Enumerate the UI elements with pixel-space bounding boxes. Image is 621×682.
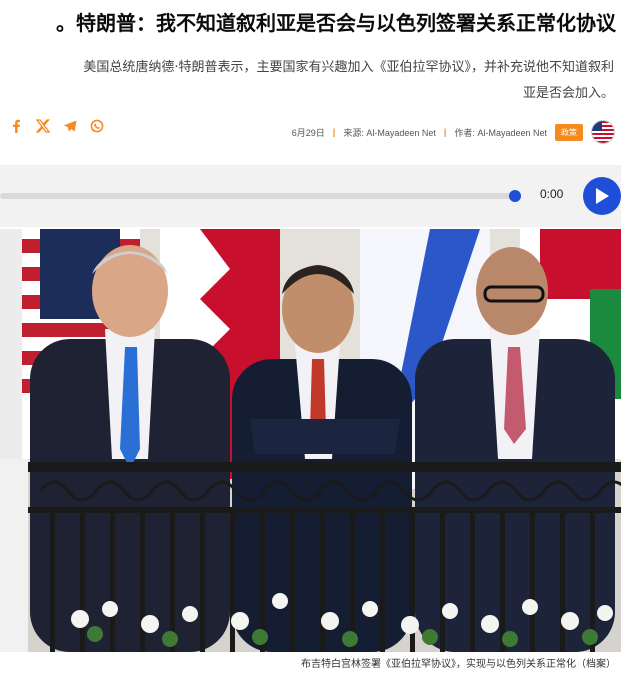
audio-player: 0:00 [0,165,621,227]
us-flag-icon[interactable] [591,120,615,144]
meta-separator: | [443,127,447,137]
audio-progress-track[interactable] [0,193,515,199]
whatsapp-icon[interactable] [89,118,104,133]
article-author[interactable]: 作者: Al-Mayadeen Net [454,126,547,139]
play-icon [596,188,609,204]
facebook-icon[interactable] [8,118,23,133]
lede-line-1: 美国总统唐纳德·特朗普表示，主要国家有兴趣加入《亚伯拉罕协议》，并补充说他不知道… [83,60,614,75]
article-lede: 美国总统唐纳德·特朗普表示，主要国家有兴趣加入《亚伯拉罕协议》，并补充说他不知道… [20,55,614,107]
article-meta: 6月29日 | 来源: Al-Mayadeen Net | 作者: Al-May… [292,120,615,144]
article-title: 。特朗普：我不知道叙利亚是否会与以色列签署关系正常化协议 [56,11,616,35]
audio-progress-handle[interactable] [509,190,521,202]
meta-separator: | [332,127,336,137]
category-badge[interactable]: 政策 [555,123,583,141]
article-photo [0,229,621,652]
share-bar [8,118,104,133]
audio-time: 0:00 [540,187,564,201]
photo-caption: 布吉特白宫林签署《亚伯拉罕协议》，实现与以色列关系正常化（档案） [0,652,616,678]
play-button[interactable] [583,177,621,215]
x-icon[interactable] [35,118,50,133]
lede-line-2: 。亚是否会加入 [522,86,614,101]
article-source: 来源: Al-Mayadeen Net [343,127,436,138]
telegram-icon[interactable] [62,118,77,133]
article-date: 6月29日 [291,127,325,138]
